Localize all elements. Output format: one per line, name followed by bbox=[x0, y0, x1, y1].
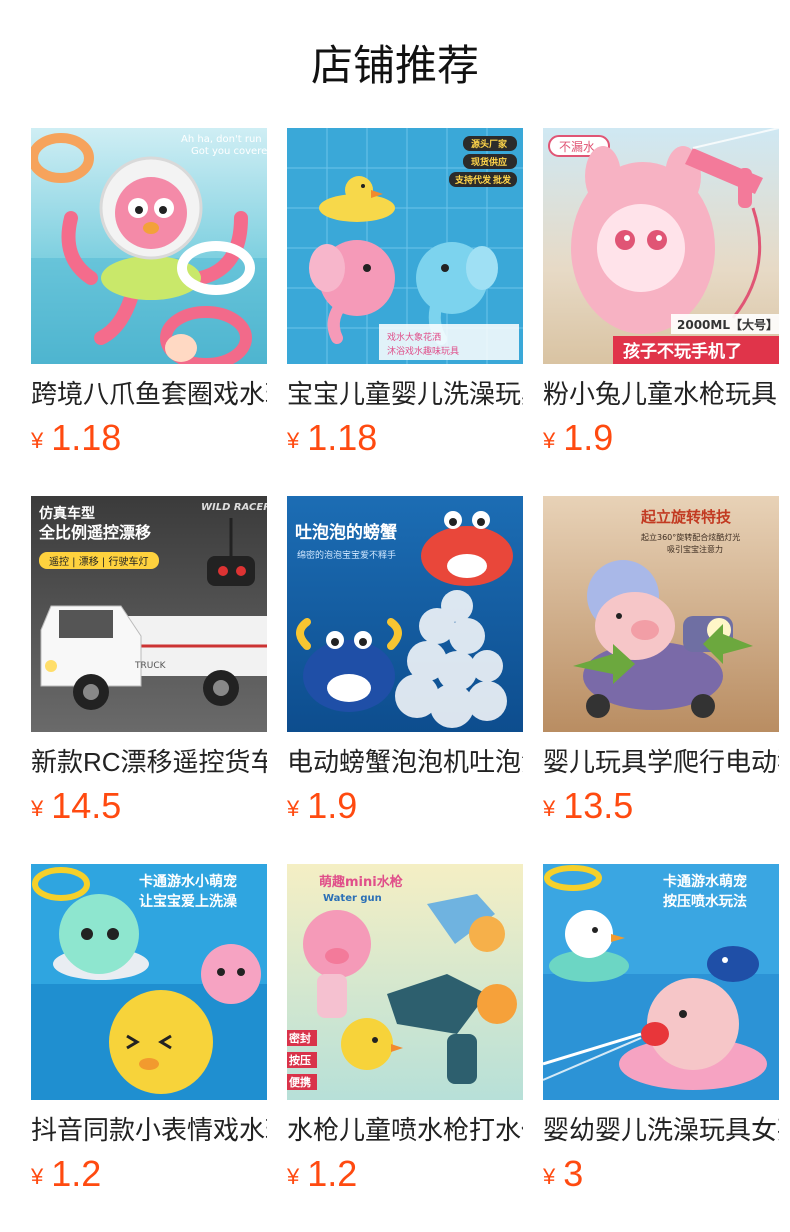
currency-symbol: ¥ bbox=[543, 428, 556, 453]
currency-symbol: ¥ bbox=[31, 1164, 44, 1189]
product-price: 3 bbox=[563, 1153, 584, 1194]
img-text: 沐浴戏水趣味玩具 bbox=[387, 345, 459, 357]
product-price: 1.18 bbox=[51, 417, 122, 458]
product-image-mini-water-guns[interactable]: 萌趣mini水枪 Water gun 密封 按压 便携 bbox=[287, 864, 523, 1100]
product-price: 13.5 bbox=[563, 785, 634, 826]
currency-symbol: ¥ bbox=[287, 428, 300, 453]
product-image-rc-truck[interactable]: 仿真车型 全比例遥控漂移 遥控 | 漂移 | 行驶车灯 WILD RACER T… bbox=[31, 496, 267, 732]
img-text: 不漏水 bbox=[559, 140, 595, 154]
currency-symbol: ¥ bbox=[287, 1164, 300, 1189]
product-image-elephant-duck[interactable]: 源头厂家 现货供应 支持代发 批发 戏水大象花洒 沐浴戏水趣味玩具 bbox=[287, 128, 523, 364]
product-price: 1.9 bbox=[563, 417, 614, 458]
price-row: ¥1.18 bbox=[31, 416, 121, 460]
product-image-spinning-pig[interactable]: 起立旋转特技 起立360°旋转配合炫酷灯光 吸引宝宝注意力 bbox=[543, 496, 779, 732]
product-name[interactable]: 婴儿玩具学爬行电动猪 bbox=[543, 744, 779, 780]
product-name[interactable]: 抖音同款小表情戏水玩具 bbox=[31, 1112, 267, 1148]
img-text: 让宝宝爱上洗澡 bbox=[139, 893, 238, 910]
img-text: 密封 bbox=[289, 1031, 311, 1045]
product-price: 1.9 bbox=[307, 785, 358, 826]
img-text: 支持代发 bbox=[454, 174, 492, 186]
img-text: 按压喷水玩法 bbox=[663, 893, 747, 910]
currency-symbol: ¥ bbox=[31, 428, 44, 453]
img-text: 萌趣mini水枪 bbox=[319, 874, 403, 890]
section-title: 店铺推荐 bbox=[310, 42, 479, 89]
product-name[interactable]: 跨境八爪鱼套圈戏水玩具 bbox=[31, 376, 267, 412]
currency-symbol: ¥ bbox=[31, 796, 44, 821]
img-text: Got you covered bbox=[191, 146, 267, 157]
price-row: ¥1.9 bbox=[287, 784, 357, 828]
img-text: 源头厂家 bbox=[471, 138, 508, 150]
price-row: ¥1.18 bbox=[287, 416, 377, 460]
product-name[interactable]: 宝宝儿童婴儿洗澡玩具 bbox=[287, 376, 523, 412]
product-price: 1.2 bbox=[51, 1153, 102, 1194]
img-text: 便携 bbox=[289, 1075, 311, 1089]
img-text: 起立旋转特技 bbox=[640, 508, 732, 526]
img-text: 绵密的泡泡宝宝爱不释手 bbox=[297, 549, 396, 561]
img-text: 卡通游水萌宠 bbox=[663, 873, 747, 890]
product-price: 1.18 bbox=[307, 417, 378, 458]
img-text: 全比例遥控漂移 bbox=[38, 523, 151, 542]
price-row: ¥13.5 bbox=[543, 784, 633, 828]
currency-symbol: ¥ bbox=[543, 796, 556, 821]
product-name[interactable]: 电动螃蟹泡泡机吐泡泡 bbox=[287, 744, 523, 780]
product-price: 1.2 bbox=[307, 1153, 358, 1194]
img-text: Water gun bbox=[323, 893, 382, 904]
img-text: 孩子不玩手机了 bbox=[623, 341, 742, 362]
img-text: TRUCK bbox=[134, 661, 167, 671]
img-text: 卡通游水小萌宠 bbox=[139, 873, 237, 890]
img-text: 按压 bbox=[289, 1053, 311, 1067]
price-row: ¥1.2 bbox=[31, 1152, 101, 1196]
img-text: Ah ha, don't run bbox=[181, 134, 262, 145]
img-text: WILD RACER bbox=[201, 502, 267, 513]
product-image-octopus[interactable]: Ah ha, don't run Got you covered bbox=[31, 128, 267, 364]
img-text: 吐泡泡的螃蟹 bbox=[295, 522, 397, 543]
product-image-swimming-pets[interactable]: 卡通游水小萌宠 让宝宝爱上洗澡 bbox=[31, 864, 267, 1100]
currency-symbol: ¥ bbox=[287, 796, 300, 821]
product-image-crab-bubble[interactable]: 吐泡泡的螃蟹 绵密的泡泡宝宝爱不释手 bbox=[287, 496, 523, 732]
product-name[interactable]: 粉小兔儿童水枪玩具 bbox=[543, 376, 779, 412]
price-row: ¥1.9 bbox=[543, 416, 613, 460]
product-name[interactable]: 新款RC漂移遥控货车 bbox=[31, 744, 267, 780]
img-text: 起立360°旋转配合炫酷灯光 bbox=[641, 532, 740, 542]
product-image-rabbit-water-gun[interactable]: 不漏水 2000ML【大号】 孩子不玩手机了 bbox=[543, 128, 779, 364]
product-image-squirting-pig[interactable]: 卡通游水萌宠 按压喷水玩法 bbox=[543, 864, 779, 1100]
img-text: 现货供应 bbox=[471, 156, 507, 168]
price-row: ¥14.5 bbox=[31, 784, 121, 828]
product-price: 14.5 bbox=[51, 785, 122, 826]
price-row: ¥1.2 bbox=[287, 1152, 357, 1196]
price-row: ¥3 bbox=[543, 1152, 583, 1196]
img-text: 2000ML【大号】 bbox=[677, 317, 778, 332]
img-text: 仿真车型 bbox=[39, 505, 95, 522]
img-text: 吸引宝宝注意力 bbox=[667, 544, 723, 554]
product-name[interactable]: 婴幼婴儿洗澡玩具女孩 bbox=[543, 1112, 779, 1148]
img-text: 批发 bbox=[493, 174, 512, 186]
img-text: 遥控 | 漂移 | 行驶车灯 bbox=[49, 555, 148, 568]
currency-symbol: ¥ bbox=[543, 1164, 556, 1189]
product-name[interactable]: 水枪儿童喷水枪打水仗 bbox=[287, 1112, 523, 1148]
img-text: 戏水大象花洒 bbox=[387, 331, 441, 343]
